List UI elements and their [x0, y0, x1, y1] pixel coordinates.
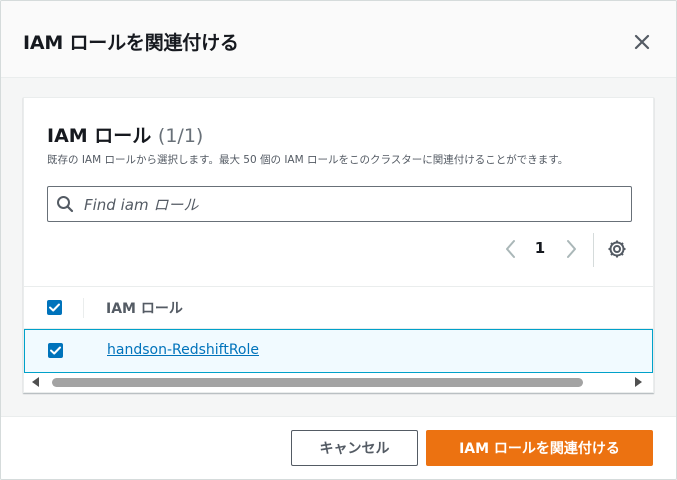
search-field[interactable]	[47, 186, 632, 222]
panel-title: IAM ロール (1/1)	[47, 121, 203, 148]
gear-icon[interactable]	[606, 238, 628, 260]
modal-header: IAM ロールを関連付ける	[1, 1, 676, 78]
cancel-button[interactable]: キャンセル	[291, 430, 418, 466]
pager-divider	[593, 233, 594, 267]
horizontal-scrollbar[interactable]	[24, 373, 653, 392]
scroll-thumb[interactable]	[52, 378, 583, 387]
chevron-left-icon[interactable]	[501, 238, 521, 260]
modal-title: IAM ロールを関連付ける	[23, 32, 239, 54]
column-divider	[83, 298, 84, 318]
panel-count: (1/1)	[157, 125, 204, 147]
modal-footer: キャンセル IAM ロールを関連付ける	[1, 416, 676, 479]
current-page-number[interactable]: 1	[532, 239, 548, 257]
scroll-right-arrow-icon[interactable]	[635, 377, 642, 387]
column-header-iam-role[interactable]: IAM ロール	[106, 298, 183, 318]
panel-title-text: IAM ロール	[47, 125, 152, 147]
chevron-right-icon[interactable]	[561, 238, 581, 260]
search-input[interactable]	[82, 192, 626, 218]
search-icon	[56, 195, 74, 213]
select-all-checkbox[interactable]	[47, 300, 62, 315]
iam-roles-panel: IAM ロール (1/1) 既存の IAM ロールから選択します。最大 50 個…	[23, 97, 654, 393]
associate-iam-role-modal: IAM ロールを関連付ける IAM ロール (1/1) 既存の IAM ロールか…	[0, 0, 677, 480]
table-header: IAM ロール	[24, 286, 653, 329]
close-icon[interactable]	[631, 31, 653, 53]
table-row[interactable]: handson-RedshiftRole	[24, 329, 653, 373]
row-checkbox[interactable]	[48, 343, 63, 358]
panel-description: 既存の IAM ロールから選択します。最大 50 個の IAM ロールをこのクラ…	[47, 154, 569, 166]
associate-iam-role-button[interactable]: IAM ロールを関連付ける	[426, 430, 653, 466]
scroll-left-arrow-icon[interactable]	[32, 377, 39, 387]
role-name-link[interactable]: handson-RedshiftRole	[107, 342, 259, 358]
